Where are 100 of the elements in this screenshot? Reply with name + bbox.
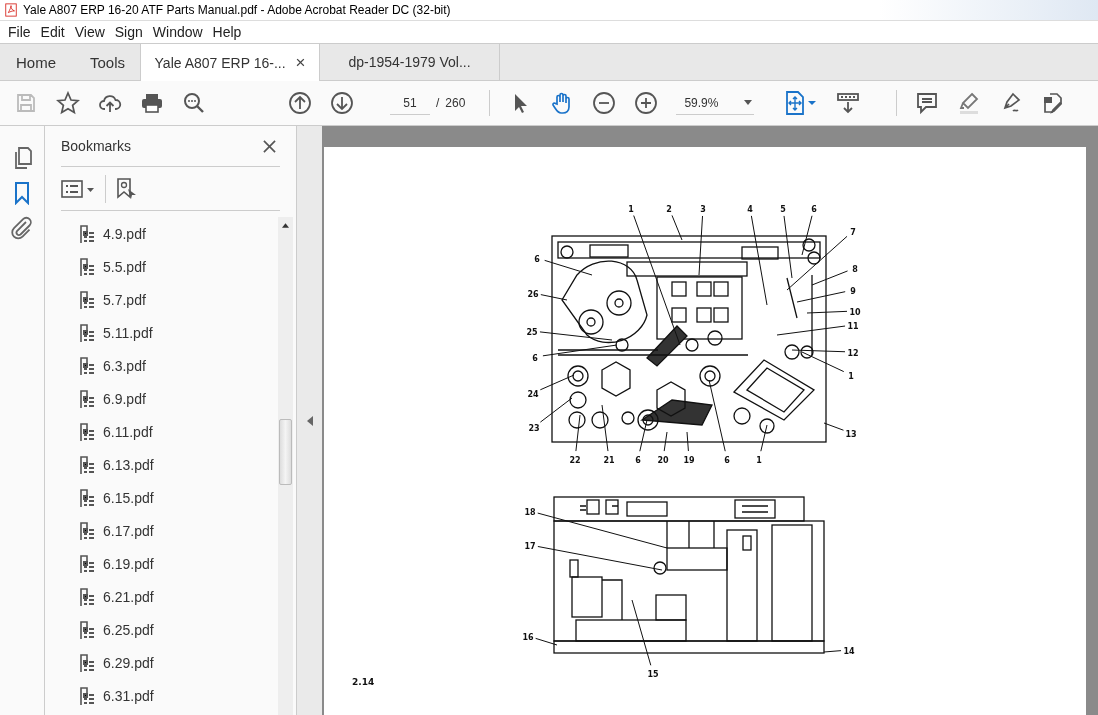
bookmark-page-icon xyxy=(79,223,95,244)
search-icon[interactable] xyxy=(182,91,206,115)
next-page-icon[interactable] xyxy=(330,91,354,115)
printer-icon[interactable] xyxy=(140,91,164,115)
callout-number: 17 xyxy=(524,542,536,551)
bookmark-page-icon xyxy=(79,322,95,343)
tab-label: Tools xyxy=(90,53,126,71)
callout-number: 6 xyxy=(635,456,641,465)
callout-number: 3 xyxy=(700,205,706,214)
menu-item[interactable]: View xyxy=(70,24,111,40)
callout-number: 4 xyxy=(747,205,753,214)
callout-number: 14 xyxy=(843,647,855,656)
leader-line xyxy=(776,325,846,336)
callout-number: 6 xyxy=(532,354,538,363)
zoom-value: 59.9% xyxy=(684,95,719,110)
callout-number: 16 xyxy=(522,633,534,642)
menu-item[interactable]: Window xyxy=(148,24,209,40)
scroll-up-icon[interactable] xyxy=(282,223,289,228)
bookmark-item[interactable]: 6.13.pdf xyxy=(79,448,278,481)
bookmark-page-icon xyxy=(79,454,95,475)
bookmark-item[interactable]: 6.29.pdf xyxy=(79,646,278,679)
callout-number: 7 xyxy=(850,228,856,237)
zoom-in-icon[interactable] xyxy=(634,91,659,115)
bookmark-item[interactable]: 6.15.pdf xyxy=(79,481,278,514)
bookmark-item[interactable]: 6.3.pdf xyxy=(79,349,278,382)
callout-number: 13 xyxy=(845,430,857,439)
leader-line xyxy=(544,259,593,276)
bookmark-item[interactable]: 5.5.pdf xyxy=(79,250,278,283)
bookmark-page-icon xyxy=(79,355,95,376)
bookmark-item[interactable]: 6.19.pdf xyxy=(79,547,278,580)
zoom-out-icon[interactable] xyxy=(592,91,617,115)
leader-line xyxy=(806,310,848,314)
window-title: Yale A807 ERP 16-20 ATF Parts Manual.pdf - Adobe Acrobat Reader DC (32-bit) xyxy=(23,3,451,17)
pdf-file-icon xyxy=(4,3,18,17)
bookmark-page-icon xyxy=(79,487,95,508)
nav-tab[interactable]: Tools xyxy=(75,44,141,80)
callout-number: 9 xyxy=(850,287,856,296)
leader-line xyxy=(575,414,581,452)
leader-line xyxy=(663,431,668,452)
menu-item[interactable]: File xyxy=(4,24,37,40)
callout-number: 5 xyxy=(780,205,786,214)
menu-item[interactable]: Sign xyxy=(110,24,149,40)
bookmark-page-icon xyxy=(79,520,95,541)
callout-number: 1 xyxy=(756,456,762,465)
close-tab-button[interactable]: × xyxy=(295,52,306,73)
leader-line xyxy=(601,404,609,452)
bookmark-item[interactable]: 5.7.pdf xyxy=(79,283,278,316)
zoom-dropdown[interactable]: 59.9% xyxy=(676,91,755,115)
bookmark-item[interactable]: 6.17.pdf xyxy=(79,514,278,547)
leader-line xyxy=(698,215,703,276)
callout-number: 15 xyxy=(647,670,659,679)
page-separator: / xyxy=(436,96,440,110)
nav-tab[interactable]: Home xyxy=(0,44,75,80)
new-bookmark-icon[interactable] xyxy=(116,176,138,201)
leader-line xyxy=(535,637,558,646)
menu-item[interactable]: Edit xyxy=(36,24,71,40)
callout-number: 20 xyxy=(657,456,669,465)
scrollbar-track[interactable] xyxy=(278,217,293,715)
callout-number: 18 xyxy=(524,508,536,517)
bookmark-item[interactable]: 4.9.pdf xyxy=(79,217,278,250)
previous-page-icon[interactable] xyxy=(288,91,312,115)
menu-item[interactable]: Help xyxy=(208,24,248,40)
leader-line xyxy=(540,294,568,301)
options-menu-icon[interactable] xyxy=(61,178,95,199)
bookmark-page-icon xyxy=(79,619,95,640)
leader-line xyxy=(539,374,575,391)
bookmark-page-icon xyxy=(79,388,95,409)
leader-line xyxy=(686,431,689,452)
bookmark-item[interactable]: 5.11.pdf xyxy=(79,316,278,349)
page-number-field[interactable]: 51 xyxy=(390,91,430,115)
leader-line xyxy=(823,422,844,431)
callout-number: 21 xyxy=(603,456,615,465)
bookmark-item[interactable]: 6.25.pdf xyxy=(79,613,278,646)
comment-icon[interactable] xyxy=(915,91,940,115)
leader-line xyxy=(639,419,648,452)
callout-number: 6 xyxy=(534,255,540,264)
figure-number: 2.14 xyxy=(352,677,375,687)
callout-number: 1 xyxy=(848,372,854,381)
callout-number: 2 xyxy=(666,205,672,214)
star-icon[interactable] xyxy=(56,91,80,115)
bookmark-item[interactable]: 6.9.pdf xyxy=(79,382,278,415)
bookmark-page-icon xyxy=(79,289,95,310)
collapse-arrow-icon[interactable] xyxy=(306,415,313,426)
tab-label: Yale A807 ERP 16-... xyxy=(154,54,286,71)
scrollbar-thumb[interactable] xyxy=(279,419,292,485)
callout-number: 22 xyxy=(569,456,581,465)
leader-line xyxy=(631,599,652,666)
bookmark-page-icon xyxy=(79,553,95,574)
document-tab[interactable]: dp-1954-1979 Vol... xyxy=(320,44,501,80)
bookmark-item[interactable]: 6.21.pdf xyxy=(79,580,278,613)
bookmark-page-icon xyxy=(79,256,95,277)
callout-number: 12 xyxy=(847,349,859,358)
close-icon[interactable] xyxy=(263,139,276,153)
callout-number: 26 xyxy=(527,290,539,299)
document-tab[interactable]: Yale A807 ERP 16-... × xyxy=(140,44,321,81)
attachments-panel-button[interactable] xyxy=(10,216,34,240)
scroll-mode-icon[interactable] xyxy=(836,91,861,115)
bookmark-item[interactable]: 6.11.pdf xyxy=(79,415,278,448)
fit-page-icon[interactable] xyxy=(784,91,819,115)
bookmark-item[interactable]: 6.31.pdf xyxy=(79,679,278,712)
